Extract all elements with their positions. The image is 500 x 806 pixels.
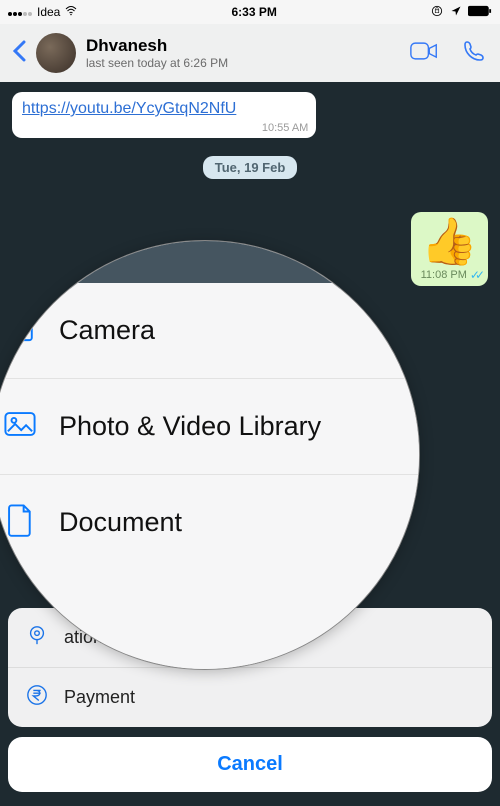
video-call-icon[interactable] bbox=[410, 39, 438, 68]
wifi-icon bbox=[64, 5, 78, 20]
outgoing-message-bubble[interactable]: 👍 11:08 PM ✓✓ bbox=[411, 212, 488, 286]
carrier-label: Idea bbox=[37, 5, 60, 19]
sheet-item-payment[interactable]: Payment bbox=[8, 667, 492, 727]
contact-title-area[interactable]: Dhvanesh last seen today at 6:26 PM bbox=[86, 36, 400, 70]
cancel-label: Cancel bbox=[217, 753, 283, 775]
message-link[interactable]: https://youtu.be/YcyGtqN2NfU bbox=[22, 100, 236, 117]
thumbs-up-emoji: 👍 bbox=[421, 218, 480, 264]
avatar[interactable] bbox=[36, 33, 76, 73]
orientation-lock-icon bbox=[430, 4, 444, 21]
last-seen-label: last seen today at 6:26 PM bbox=[86, 56, 400, 70]
sheet-item-camera[interactable]: Camera bbox=[0, 283, 420, 378]
message-timestamp: 11:08 PM bbox=[421, 269, 467, 281]
date-separator: Tue, 19 Feb bbox=[203, 156, 298, 179]
incoming-message-bubble[interactable]: https://youtu.be/YcyGtqN2NfU 10:55 AM bbox=[12, 92, 316, 138]
sheet-item-label: Payment bbox=[64, 687, 135, 708]
document-icon bbox=[3, 503, 37, 542]
sheet-item-label: Photo & Video Library bbox=[59, 411, 321, 442]
status-bar: Idea 6:33 PM bbox=[0, 0, 500, 24]
signal-dots-icon bbox=[8, 5, 33, 19]
photo-library-icon bbox=[3, 407, 37, 446]
read-ticks-icon: ✓✓ bbox=[470, 268, 480, 282]
back-chevron-icon[interactable] bbox=[12, 38, 26, 69]
message-timestamp: 10:55 AM bbox=[262, 122, 308, 134]
battery-icon bbox=[468, 5, 492, 20]
location-arrow-icon bbox=[450, 5, 462, 20]
voice-call-icon[interactable] bbox=[460, 39, 488, 68]
cancel-button[interactable]: Cancel bbox=[8, 737, 492, 792]
zoom-magnifier: Camera Photo & Video Library Document bbox=[0, 240, 420, 670]
clock-label: 6:33 PM bbox=[232, 5, 277, 19]
camera-icon bbox=[3, 311, 37, 350]
sheet-item-document[interactable]: Document bbox=[0, 474, 420, 570]
sheet-item-label: Document bbox=[59, 507, 182, 538]
sheet-item-photo-video[interactable]: Photo & Video Library bbox=[0, 378, 420, 474]
payment-rupee-icon bbox=[26, 684, 48, 711]
chat-header: Dhvanesh last seen today at 6:26 PM bbox=[0, 24, 500, 82]
contact-name: Dhvanesh bbox=[86, 36, 400, 56]
sheet-item-label: Camera bbox=[59, 315, 155, 346]
